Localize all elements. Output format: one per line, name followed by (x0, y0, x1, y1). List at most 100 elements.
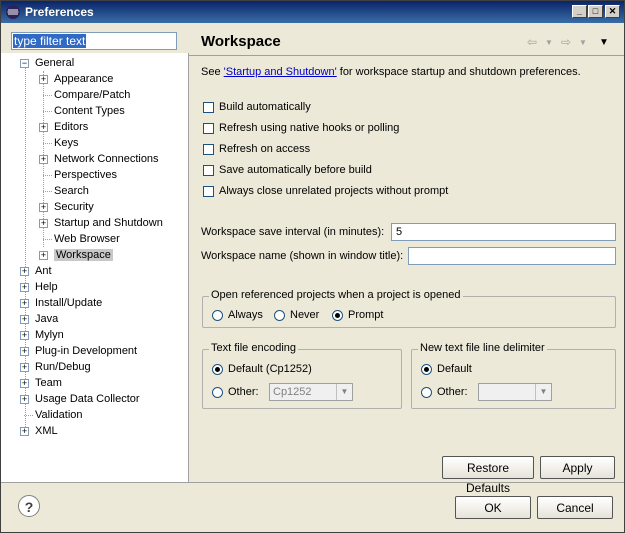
tree-item[interactable]: Compare/Patch (54, 87, 130, 103)
tree-item[interactable]: Java (35, 311, 58, 327)
expand-toggle-icon[interactable]: + (20, 267, 29, 276)
line-delimiter-title: New text file line delimiter (418, 342, 547, 354)
text-encoding-group: Text file encoding Default (Cp1252) Othe… (202, 342, 402, 409)
delimiter-other-radio[interactable] (421, 387, 432, 398)
tree-item[interactable]: Workspace (54, 247, 113, 263)
close-unrelated-checkbox[interactable] (203, 186, 214, 197)
tree-item[interactable]: Team (35, 375, 62, 391)
expand-toggle-icon[interactable]: + (20, 427, 29, 436)
never-radio[interactable] (274, 310, 285, 321)
encoding-default-radio[interactable] (212, 364, 223, 375)
expand-toggle-icon[interactable]: + (20, 347, 29, 356)
expand-toggle-icon[interactable]: + (20, 315, 29, 324)
forward-icon[interactable]: ⇨ (561, 35, 571, 49)
tree-item[interactable]: Perspectives (54, 167, 117, 183)
ok-button[interactable]: OK (455, 496, 531, 519)
cancel-button[interactable]: Cancel (537, 496, 613, 519)
expand-toggle-icon[interactable]: + (20, 379, 29, 388)
expand-toggle-icon[interactable]: + (39, 219, 48, 228)
expand-toggle-icon[interactable]: + (39, 203, 48, 212)
save-interval-input[interactable] (391, 223, 616, 241)
tree-item[interactable]: Ant (35, 263, 52, 279)
save-interval-label: Workspace save interval (in minutes): (201, 226, 385, 238)
expand-toggle-icon[interactable]: + (39, 155, 48, 164)
workspace-name-input[interactable] (408, 247, 616, 265)
tree-item[interactable]: Content Types (54, 103, 125, 119)
always-label: Always (228, 309, 263, 321)
preference-tree[interactable]: − General + Appearance Compare/Patch Content … (1, 53, 189, 482)
save-before-build-label: Save automatically before build (219, 164, 372, 176)
tree-item[interactable]: Network Connections (54, 151, 159, 167)
tree-item[interactable]: Validation (35, 407, 83, 423)
startup-shutdown-link[interactable]: 'Startup and Shutdown' (224, 66, 337, 78)
expand-toggle-icon[interactable]: − (20, 59, 29, 68)
restore-defaults-button[interactable]: Restore Defaults (442, 456, 534, 495)
open-referenced-group: Open referenced projects when a project … (202, 289, 616, 328)
filter-input[interactable] (11, 32, 177, 50)
encoding-other-label: Other: (228, 386, 259, 398)
delimiter-combo[interactable]: ▼ (478, 383, 552, 401)
tree-item[interactable]: Mylyn (35, 327, 64, 343)
expand-toggle-icon[interactable]: + (39, 75, 48, 84)
expand-toggle-icon[interactable]: + (20, 283, 29, 292)
open-referenced-title: Open referenced projects when a project … (209, 289, 463, 301)
tree-connector (43, 191, 52, 192)
window-title: Preferences (25, 5, 94, 19)
refresh-native-hooks-checkbox[interactable] (203, 123, 214, 134)
tree-item[interactable]: XML (35, 423, 58, 439)
delimiter-default-radio[interactable] (421, 364, 432, 375)
tree-item[interactable]: Usage Data Collector (35, 391, 140, 407)
expand-toggle-icon[interactable]: + (20, 363, 29, 372)
eclipse-icon (6, 5, 20, 19)
build-automatically-checkbox[interactable] (203, 102, 214, 113)
tree-item[interactable]: Search (54, 183, 89, 199)
tree-item[interactable]: Security (54, 199, 94, 215)
back-icon[interactable]: ⇦ (527, 35, 537, 49)
close-button[interactable]: ✕ (605, 5, 620, 18)
tree-connector (43, 239, 52, 240)
tree-item-label: Web Browser (54, 233, 120, 245)
tree-item-label: Install/Update (35, 297, 103, 309)
tree-connector (43, 95, 52, 96)
expand-toggle-icon[interactable]: + (20, 395, 29, 404)
prompt-radio[interactable] (332, 310, 343, 321)
tree-item[interactable]: Appearance (54, 71, 113, 87)
tree-item[interactable]: Editors (54, 119, 88, 135)
tree-item[interactable]: Run/Debug (35, 359, 91, 375)
forward-menu-icon[interactable]: ▼ (579, 38, 587, 47)
text-encoding-title: Text file encoding (209, 342, 298, 354)
expand-toggle-icon[interactable]: + (39, 123, 48, 132)
tree-item[interactable]: Startup and Shutdown (54, 215, 163, 231)
tree-connector (43, 111, 52, 112)
apply-button[interactable]: Apply (540, 456, 615, 479)
always-radio[interactable] (212, 310, 223, 321)
tree-item[interactable]: Help (35, 279, 58, 295)
tree-item[interactable]: Plug-in Development (35, 343, 137, 359)
expand-toggle-icon[interactable]: + (20, 331, 29, 340)
tree-item-label: Plug-in Development (35, 345, 138, 357)
help-icon[interactable]: ? (18, 495, 40, 517)
tree-item-label: Help (35, 281, 58, 293)
tree-item-label: Perspectives (54, 169, 117, 181)
header-separator (189, 55, 624, 56)
encoding-combo[interactable]: Cp1252 ▼ (269, 383, 353, 401)
view-menu-icon[interactable]: ▼ (599, 37, 609, 48)
minimize-button[interactable]: _ (572, 5, 587, 18)
tree-item-label: Validation (35, 409, 83, 421)
save-before-build-checkbox[interactable] (203, 165, 214, 176)
tree-item[interactable]: Web Browser (54, 231, 120, 247)
tree-item[interactable]: Keys (54, 135, 78, 151)
tree-connector (43, 175, 52, 176)
tree-item-label: Team (35, 377, 62, 389)
tree-item[interactable]: General (35, 55, 74, 71)
dialog-body: type filter text −General+AppearanceComp… (1, 23, 624, 532)
back-menu-icon[interactable]: ▼ (545, 38, 553, 47)
refresh-on-access-checkbox[interactable] (203, 144, 214, 155)
chevron-down-icon: ▼ (336, 384, 352, 400)
tree-item-label: XML (35, 425, 58, 437)
maximize-button[interactable]: □ (588, 5, 603, 18)
expand-toggle-icon[interactable]: + (20, 299, 29, 308)
encoding-other-radio[interactable] (212, 387, 223, 398)
expand-toggle-icon[interactable]: + (39, 251, 48, 260)
tree-item[interactable]: Install/Update (35, 295, 102, 311)
